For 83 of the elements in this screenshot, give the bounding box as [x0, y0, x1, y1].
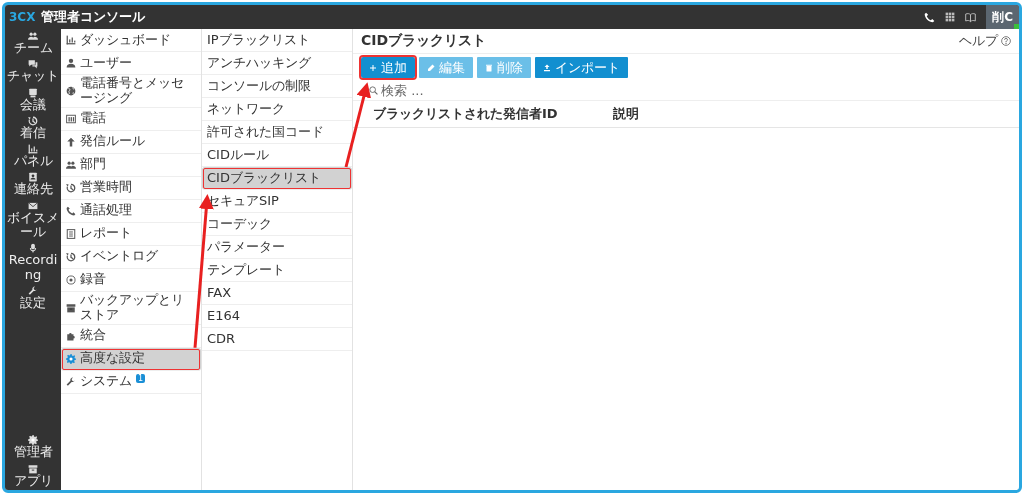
history-icon [28, 115, 38, 126]
plus-icon [369, 63, 377, 72]
nav-item[interactable]: 統合 [61, 324, 201, 348]
submenu-item[interactable]: FAX [202, 282, 352, 305]
rail-item[interactable]: 管理者 [5, 433, 61, 462]
nav-item[interactable]: 録音 [61, 268, 201, 292]
submenu-item[interactable]: ネットワーク [202, 98, 352, 121]
puzzle-icon [66, 330, 76, 341]
microphone-icon [28, 243, 38, 254]
nav-item[interactable]: バックアップとリストア [61, 291, 201, 325]
phone-icon [66, 205, 76, 216]
people-icon [28, 31, 38, 41]
rail-item[interactable]: 着信 [5, 113, 61, 143]
nav-item[interactable]: ユーザー [61, 52, 201, 75]
phone-icon[interactable] [924, 11, 936, 23]
rail-item[interactable]: パネル [5, 142, 61, 171]
document-icon [66, 228, 76, 239]
bars-icon [66, 113, 76, 124]
grid-icon[interactable] [945, 12, 956, 22]
pencil-icon [427, 63, 435, 72]
submenu-item[interactable]: CIDブラックリスト [202, 167, 352, 190]
submenu-item[interactable]: CDR [202, 328, 352, 351]
help-icon [1001, 36, 1011, 46]
help-link[interactable]: ヘルプ [959, 32, 998, 50]
rail-item[interactable]: 連絡先 [5, 170, 61, 199]
history-icon [66, 182, 76, 193]
contact-card-icon [28, 172, 38, 183]
rail-item[interactable]: 設定 [5, 283, 61, 313]
submenu-item[interactable]: アンチハッキング [202, 52, 352, 75]
box-icon [28, 463, 38, 474]
people-icon [66, 159, 76, 170]
nav-item[interactable]: 電話 [61, 107, 201, 131]
submenu-item[interactable]: テンプレート [202, 259, 352, 282]
trash-icon [485, 63, 493, 72]
nav-item[interactable]: 部門 [61, 153, 201, 177]
up-arrow-icon [66, 136, 76, 147]
rail-item[interactable]: ボイスメール [5, 198, 61, 242]
settings-icon [66, 353, 76, 364]
upload-icon [543, 63, 551, 72]
settings-icon [28, 435, 38, 446]
wrench-icon [28, 285, 38, 296]
user-avatar[interactable]: 削C [986, 5, 1019, 29]
nav-item[interactable]: レポート [61, 222, 201, 246]
rail-item[interactable]: 会議 [5, 85, 61, 114]
chart-icon [28, 144, 38, 155]
nav-item[interactable]: ダッシュボード [61, 29, 201, 52]
nav-item[interactable]: システム 1 [61, 370, 201, 394]
add-button[interactable]: 追加 [361, 57, 415, 78]
page-title: CIDブラックリスト [361, 32, 488, 50]
submenu-item[interactable]: コーデック [202, 213, 352, 236]
import-button[interactable]: インポート [535, 57, 628, 78]
submenu-item[interactable]: 許可された国コード [202, 121, 352, 144]
chart-icon [66, 35, 76, 45]
rail-item[interactable]: チーム [5, 29, 61, 58]
chat-bubbles-icon [28, 59, 38, 70]
submenu-item[interactable]: パラメーター [202, 236, 352, 259]
logo: 3CX [9, 10, 36, 24]
search-icon [369, 86, 378, 95]
column-header[interactable]: ブラックリストされた発信者ID [373, 105, 613, 123]
nav-item[interactable]: 発信ルール [61, 130, 201, 154]
book-icon[interactable] [965, 11, 977, 23]
history-icon [66, 251, 76, 262]
nav-item[interactable]: 営業時間 [61, 176, 201, 200]
nav-item[interactable]: 電話番号とメッセージング [61, 75, 201, 108]
rail-item[interactable]: チャット [5, 57, 61, 86]
wrench-icon [66, 376, 76, 387]
box-icon [66, 302, 76, 313]
record-icon [66, 274, 76, 285]
envelope-icon [28, 200, 38, 211]
submenu-item[interactable]: IPブラックリスト [202, 29, 352, 52]
submenu-item[interactable]: E164 [202, 305, 352, 328]
nav-item[interactable]: イベントログ [61, 245, 201, 269]
app-title: 管理者コンソール [41, 8, 146, 26]
nav-item[interactable]: 高度な設定 [61, 347, 201, 371]
rail-item[interactable]: Recording [5, 241, 61, 284]
count-badge: 1 [136, 373, 146, 383]
submenu-item[interactable]: コンソールの制限 [202, 75, 352, 98]
globe-icon [66, 85, 76, 96]
person-icon [66, 58, 76, 68]
rail-item[interactable]: アプリ [5, 461, 61, 490]
nav-item[interactable]: 通話処理 [61, 199, 201, 223]
monitor-icon [28, 87, 38, 98]
column-header[interactable]: 説明 [613, 105, 639, 123]
